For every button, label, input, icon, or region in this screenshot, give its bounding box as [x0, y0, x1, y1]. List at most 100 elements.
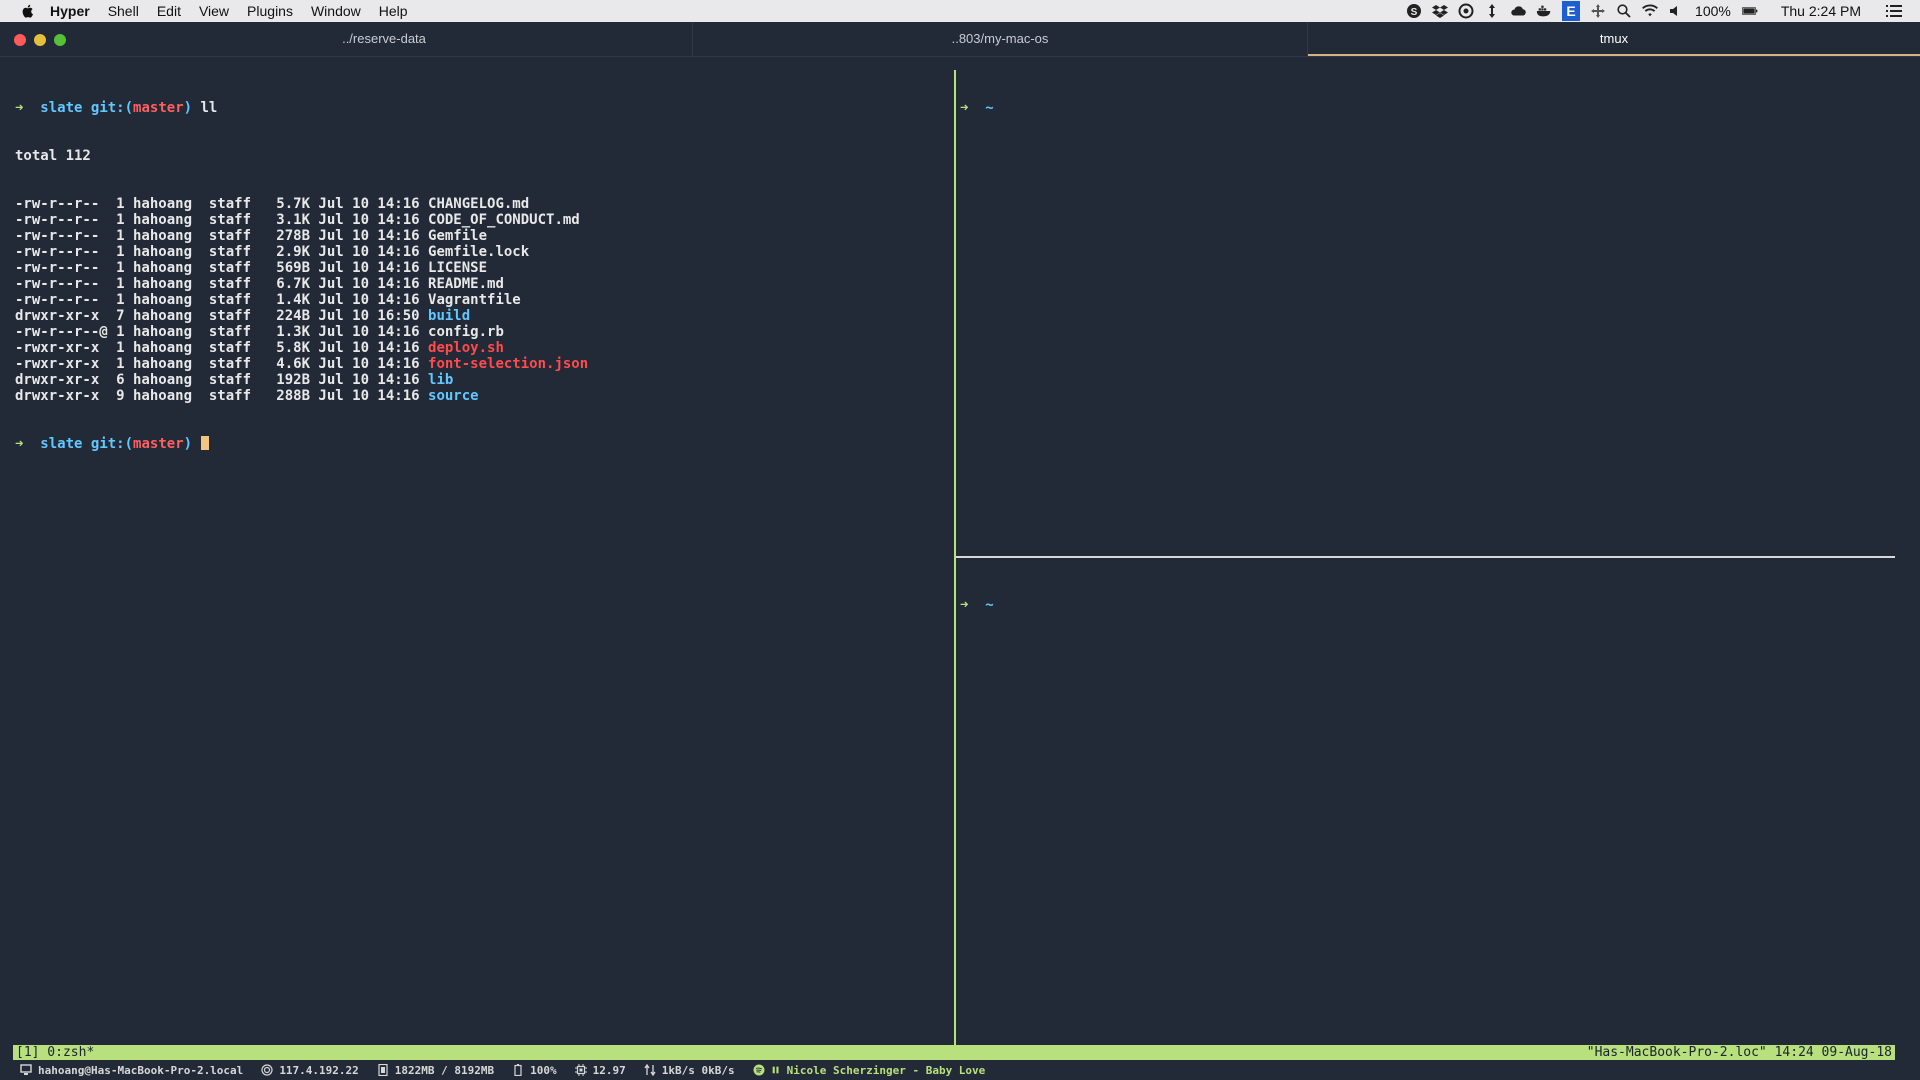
menu-help[interactable]: Help [370, 0, 417, 22]
network-updown-icon [644, 1064, 656, 1076]
stat-ip: 117.4.192.22 [261, 1063, 359, 1077]
close-window-button[interactable] [14, 34, 26, 46]
listing-row: drwxr-xr-x 7 hahoang staff 224B Jul 10 1… [15, 308, 945, 324]
file-meta: -rwxr-xr-x 1 hahoang staff 4.6K Jul 10 1… [15, 356, 429, 372]
file-name: Vagrantfile [428, 292, 521, 308]
tmux-status-bar: [1] 0:zsh* "Has-MacBook-Pro-2.loc" 14:24… [13, 1045, 1895, 1060]
menu-shell[interactable]: Shell [99, 0, 148, 22]
minimize-window-button[interactable] [34, 34, 46, 46]
file-meta: drwxr-xr-x 6 hahoang staff 192B Jul 10 1… [15, 372, 429, 388]
file-meta: -rw-r--r-- 1 hahoang staff 3.1K Jul 10 1… [15, 212, 429, 228]
ip-address: 117.4.192.22 [279, 1063, 359, 1077]
prompt-line: ➜ slate git:(master) ll [15, 100, 945, 116]
listing-row: -rwxr-xr-x 1 hahoang staff 4.6K Jul 10 1… [15, 356, 945, 372]
left-terminal-pane[interactable]: ➜ slate git:(master) ll total 112 -rw-r-… [15, 68, 945, 468]
prompt-directory: ~ [985, 100, 994, 116]
zoom-window-button[interactable] [54, 34, 66, 46]
file-meta: -rw-r--r-- 1 hahoang staff 5.7K Jul 10 1… [15, 196, 429, 212]
docker-icon[interactable] [1536, 3, 1552, 19]
listing-row: -rwxr-xr-x 1 hahoang staff 5.8K Jul 10 1… [15, 340, 945, 356]
file-meta: -rw-r--r-- 1 hahoang staff 6.7K Jul 10 1… [15, 276, 429, 292]
file-meta: -rw-r--r--@ 1 hahoang staff 1.3K Jul 10 … [15, 324, 429, 340]
stat-host: hahoang@Has-MacBook-Pro-2.local [20, 1064, 243, 1077]
cloud-icon[interactable] [1510, 3, 1526, 19]
computer-icon [20, 1064, 32, 1075]
right-top-terminal-pane[interactable]: ➜ ~ [960, 68, 1890, 548]
tmux-window-list[interactable]: [1] 0:zsh* [16, 1045, 94, 1060]
volume-icon[interactable] [1668, 3, 1684, 19]
menu-window[interactable]: Window [302, 0, 370, 22]
prompt-arrow: ➜ [15, 100, 24, 116]
listing-row: -rw-r--r-- 1 hahoang staff 278B Jul 10 1… [15, 228, 945, 244]
battery-icon[interactable] [1741, 3, 1758, 19]
host-name: hahoang@Has-MacBook-Pro-2.local [38, 1063, 244, 1077]
prompt-git-open: git:( [90, 100, 134, 116]
arrows-updown-icon[interactable] [1484, 3, 1500, 19]
menu-view[interactable]: View [190, 0, 238, 22]
listing-row: drwxr-xr-x 6 hahoang staff 192B Jul 10 1… [15, 372, 945, 388]
wifi-icon[interactable] [1642, 3, 1658, 19]
prompt-line: ➜ ~ [960, 100, 1890, 116]
listing-row: -rw-r--r-- 1 hahoang staff 1.4K Jul 10 1… [15, 292, 945, 308]
prompt-line-current: ➜ slate git:(master) [15, 436, 945, 452]
file-name: LICENSE [428, 260, 488, 276]
memory-usage: 1822MB / 8192MB [394, 1063, 495, 1077]
spotify-icon [753, 1064, 765, 1076]
file-name: config.rb [428, 324, 504, 340]
battery-percent: 100% [1695, 3, 1731, 19]
listing-row: -rw-r--r-- 1 hahoang staff 6.7K Jul 10 1… [15, 276, 945, 292]
battery-level: 100% [530, 1063, 557, 1077]
creative-cloud-icon[interactable] [1458, 3, 1474, 19]
file-name: Gemfile [428, 228, 488, 244]
stat-battery: 100% [512, 1064, 557, 1077]
file-name: build [428, 308, 471, 324]
stat-now-playing: Nicole Scherzinger - Baby Love [753, 1064, 985, 1077]
pause-icon[interactable] [771, 1064, 781, 1076]
file-name: deploy.sh [428, 340, 504, 356]
prompt-branch: master [133, 436, 184, 452]
prompt-git-close: ) [183, 436, 193, 452]
stat-network: 1kB/s 0kB/s [644, 1064, 735, 1077]
menubar-clock[interactable]: Thu 2:24 PM [1781, 3, 1861, 19]
tmux-host-time: "Has-MacBook-Pro-2.loc" 14:24 09-Aug-18 [1586, 1045, 1892, 1060]
notification-center-icon[interactable] [1886, 3, 1902, 19]
tab-my-mac-os[interactable]: ..803/my-mac-os [693, 22, 1308, 56]
move-icon[interactable] [1590, 3, 1606, 19]
listing-row: -rw-r--r-- 1 hahoang staff 5.7K Jul 10 1… [15, 196, 945, 212]
file-name: Gemfile.lock [428, 244, 530, 260]
menu-edit[interactable]: Edit [148, 0, 190, 22]
menu-app-hyper[interactable]: Hyper [50, 0, 99, 22]
file-meta: -rw-r--r-- 1 hahoang staff 569B Jul 10 1… [15, 260, 429, 276]
spotlight-search-icon[interactable] [1616, 3, 1632, 19]
status-menu-extras: S E 100% Thu 2:24 PM [1401, 0, 1920, 22]
directory-listing: -rw-r--r-- 1 hahoang staff 5.7K Jul 10 1… [15, 196, 945, 404]
apple-icon[interactable] [20, 3, 36, 19]
file-meta: -rwxr-xr-x 1 hahoang staff 5.8K Jul 10 1… [15, 340, 429, 356]
input-source-badge[interactable]: E [1562, 1, 1581, 21]
prompt-directory: slate [40, 100, 83, 116]
tab-tmux[interactable]: tmux [1308, 22, 1920, 56]
battery-vertical-icon [514, 1064, 522, 1076]
prompt-git-close: ) [183, 100, 193, 116]
file-name: source [428, 388, 479, 404]
cpu-load: 12.97 [592, 1063, 626, 1077]
dropbox-icon[interactable] [1432, 3, 1449, 19]
file-meta: drwxr-xr-x 7 hahoang staff 224B Jul 10 1… [15, 308, 429, 324]
prompt-arrow: ➜ [15, 436, 24, 452]
prompt-branch: master [133, 100, 184, 116]
stat-memory: 1822MB / 8192MB [377, 1064, 494, 1077]
menu-plugins[interactable]: Plugins [238, 0, 302, 22]
listing-total: total 112 [15, 148, 91, 164]
horizontal-pane-divider[interactable] [956, 556, 1895, 558]
listing-row: -rw-r--r-- 1 hahoang staff 3.1K Jul 10 1… [15, 212, 945, 228]
memory-icon [378, 1064, 388, 1076]
prompt-git-open: git:( [90, 436, 134, 452]
file-name: CODE_OF_CONDUCT.md [428, 212, 580, 228]
prompt-directory: ~ [985, 597, 994, 613]
right-bottom-terminal-pane[interactable]: ➜ ~ [960, 565, 1890, 1040]
prompt-arrow: ➜ [960, 100, 969, 116]
prompt-line: ➜ ~ [960, 597, 1890, 613]
skype-icon[interactable]: S [1406, 3, 1422, 19]
tab-reserve-data[interactable]: ../reserve-data [76, 22, 693, 56]
macos-menubar: Hyper Shell Edit View Plugins Window Hel… [0, 0, 1920, 22]
